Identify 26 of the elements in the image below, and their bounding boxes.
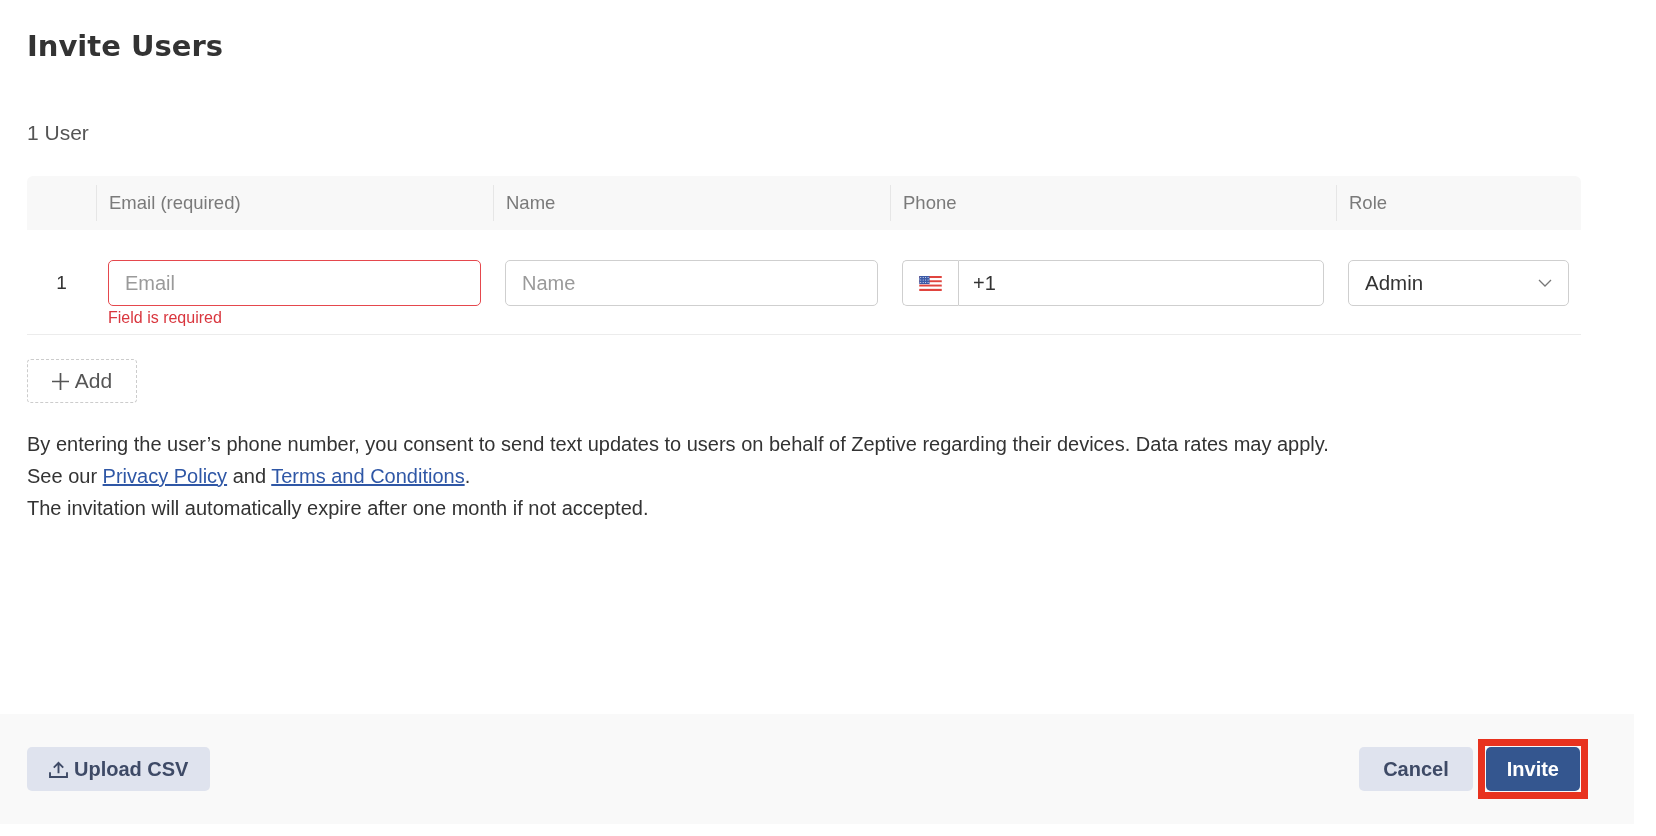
email-field[interactable]: Email [108,260,481,306]
policy-text: See our Privacy Policy and Terms and Conditions. [27,464,471,489]
page-title: Invite Users [27,28,223,65]
upload-csv-button[interactable]: Upload CSV [27,747,211,791]
user-count: 1 User [27,120,89,146]
country-select[interactable] [902,260,958,306]
chevron-down-icon [1538,279,1552,287]
column-header: Role [1336,185,1581,221]
row-number: 1 [55,271,68,295]
action-button[interactable]: Cancel [1359,747,1473,791]
notice-text: By entering the user’s phone number, you consent to send text updates to users on behalf of Zeptive regarding their devices. Data rates may apply. [27,432,1329,457]
document-link[interactable]: Terms and Conditions [271,465,465,487]
action-button[interactable]: Invite [1485,747,1580,791]
column-header: Phone [890,185,1336,221]
flag-icon [919,275,942,291]
column-header: Email (required) [96,185,493,221]
upload-icon [49,760,68,778]
phone-field[interactable]: +1 [958,260,1324,306]
plus-icon [51,372,69,390]
role-select[interactable]: Admin [1348,260,1569,306]
add-button[interactable]: Add [27,359,137,403]
error-message: Field is required [108,308,222,328]
column-header: Name [493,185,890,221]
document-link[interactable]: Privacy Policy [102,465,228,487]
name-field[interactable]: Name [505,260,878,306]
notice-text: The invitation will automatically expire after one month if not accepted. [27,496,649,521]
